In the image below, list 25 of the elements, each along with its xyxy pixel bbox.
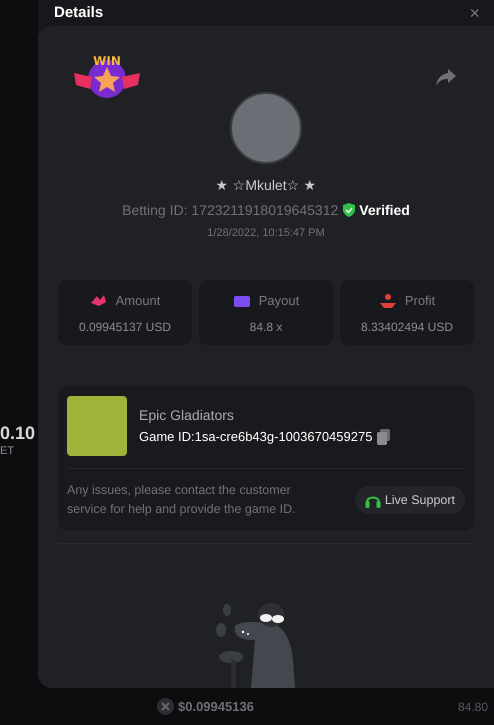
game-id: Game ID:1sa-cre6b43g-1003670459275 [139,429,372,445]
stat-value: 84.8 x [250,320,282,334]
username: ★ ☆Mkulet☆ ★ [215,176,316,194]
stat-value: 0.09945137 USD [78,320,172,334]
stat-label: Payout [258,293,300,309]
copy-icon[interactable] [377,429,390,445]
betting-id: Betting ID: 1723211918019645312 [122,201,338,219]
verified-label: Verified [359,201,410,219]
bet-value-fragment: 0.10 [0,422,36,444]
dialog-title: Details [54,5,104,21]
live-support-button[interactable]: Live Support [354,486,465,514]
help-text: Any issues, please contact the customer service for help and provide the game ID. [67,482,297,518]
payout-multiplier: 84.80 [458,698,488,716]
stat-label: Amount [116,293,160,309]
stat-value: 8.33402494 USD [360,320,454,334]
bet-amount: $0.09945136 [178,698,254,716]
game-thumbnail [67,396,127,456]
coin-icon [157,698,174,715]
shield-check-icon [343,203,356,217]
share-icon[interactable] [436,69,456,86]
bet-time: 1/28/2022, 10:15:47 PM [207,226,325,240]
game-name: Epic Gladiators [139,407,235,423]
stat-label: Profit [404,293,436,309]
close-button[interactable]: × [469,5,480,21]
bet-label-fragment: ET [0,444,14,458]
